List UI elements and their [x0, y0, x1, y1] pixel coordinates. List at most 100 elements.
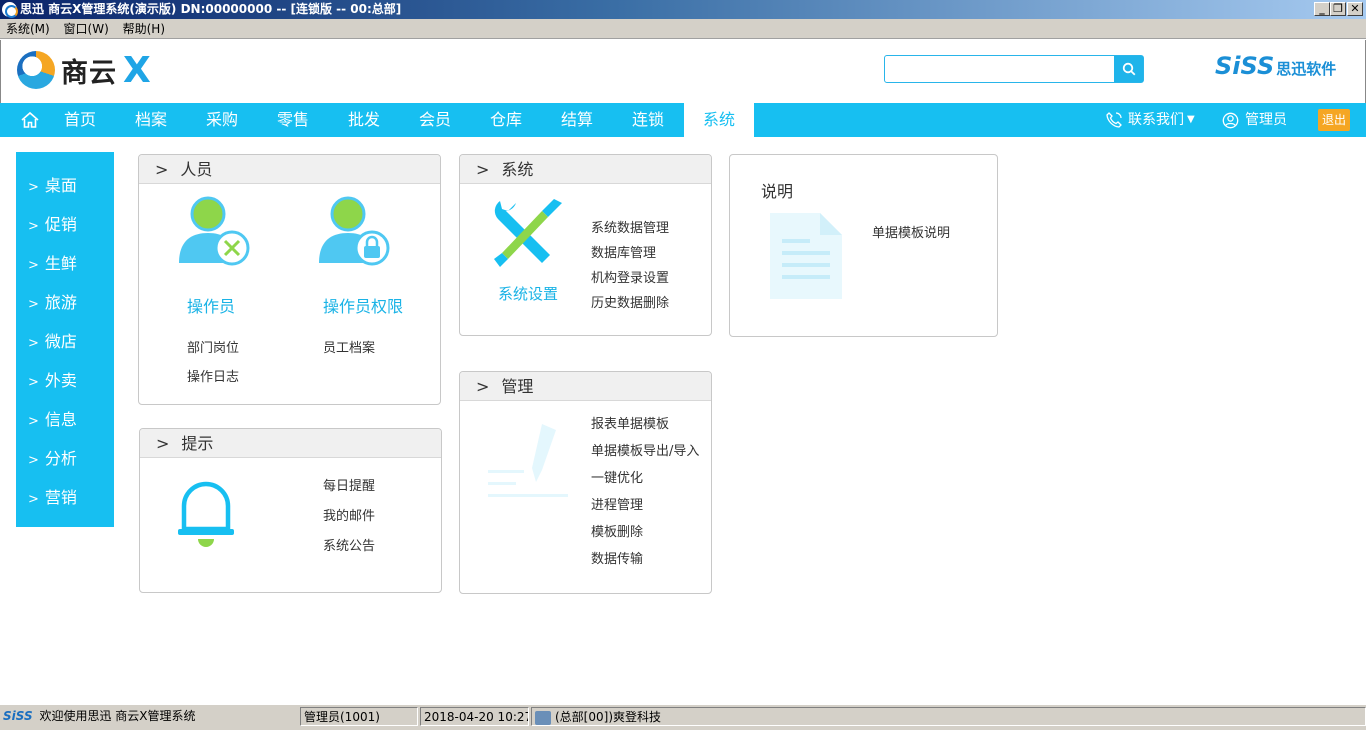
- operator-link[interactable]: 操作员: [187, 293, 235, 317]
- data-transfer-link[interactable]: 数据传输: [591, 548, 643, 567]
- sidebar: > 桌面 > 促销 > 生鲜 > 旅游 > 微店 > 外卖 > 信息 > 分析 > 营销: [16, 152, 114, 527]
- sidebar-item-label: 信息: [44, 410, 77, 429]
- panel-title: 提示: [181, 434, 214, 453]
- chevron-right-icon: >: [28, 336, 39, 351]
- search-box: [884, 55, 1144, 83]
- operator-user-icon[interactable]: [175, 195, 251, 269]
- sidebar-item-fresh[interactable]: > 生鲜: [28, 253, 77, 275]
- system-data-management-link[interactable]: 系统数据管理: [591, 217, 669, 236]
- nav-settlement[interactable]: 结算: [549, 103, 605, 137]
- template-export-import-link[interactable]: 单据模板导出/导入: [591, 440, 699, 459]
- daily-reminder-link[interactable]: 每日提醒: [323, 475, 375, 494]
- nav-member[interactable]: 会员: [407, 103, 463, 137]
- sidebar-item-analysis[interactable]: > 分析: [28, 448, 77, 470]
- menu-help[interactable]: 帮助(H): [123, 22, 165, 36]
- chevron-right-icon: >: [476, 377, 490, 396]
- panel-personnel: > 人员 操作员 操作员权限 部门岗位 员工档案 操作日志: [138, 154, 441, 405]
- chevron-right-icon: >: [476, 160, 490, 179]
- search-icon: [1122, 62, 1135, 76]
- sidebar-item-label: 生鲜: [44, 254, 77, 273]
- brand-logo: 商云 X: [17, 48, 151, 92]
- nav-retail[interactable]: 零售: [265, 103, 321, 137]
- panel-tips: > 提示 每日提醒 我的邮件 系统公告: [139, 428, 442, 593]
- document-icon: [770, 213, 842, 299]
- status-user: 管理员(1001): [300, 707, 418, 726]
- search-input[interactable]: [885, 56, 1114, 82]
- operation-log-link[interactable]: 操作日志: [187, 366, 239, 385]
- sidebar-item-label: 微店: [44, 332, 77, 351]
- chevron-right-icon: >: [156, 434, 170, 453]
- panel-title: 人员: [180, 160, 213, 179]
- sidebar-item-desktop[interactable]: > 桌面: [28, 175, 77, 197]
- one-click-optimize-link[interactable]: 一键优化: [591, 467, 643, 486]
- minimize-button[interactable]: _: [1314, 2, 1330, 16]
- sidebar-item-marketing[interactable]: > 营销: [28, 487, 77, 509]
- status-bar: SiSS 欢迎使用思迅 商云X管理系统 管理员(1001) 2018-04-20…: [0, 704, 1366, 730]
- panel-title: 系统: [501, 160, 534, 179]
- close-button[interactable]: ✕: [1347, 2, 1363, 16]
- panel-header: > 管理: [460, 372, 711, 401]
- history-data-delete-link[interactable]: 历史数据删除: [591, 292, 669, 311]
- panel-manage: > 管理 报表单据模板 单据模板导出/导入 一键优化 进程管理 模板删除 数据传输: [459, 371, 712, 594]
- company-logo: SiSS 思迅软件: [1215, 52, 1336, 80]
- chevron-right-icon: >: [155, 160, 169, 179]
- nav-system[interactable]: 系统: [684, 103, 754, 137]
- nav-warehouse[interactable]: 仓库: [478, 103, 534, 137]
- window-title: 思迅 商云X管理系统(演示版) DN:00000000 -- [连锁版 -- 0…: [20, 2, 402, 16]
- operator-permission-link[interactable]: 操作员权限: [323, 293, 403, 317]
- bell-icon: [178, 481, 234, 547]
- menu-window[interactable]: 窗口(W): [64, 22, 109, 36]
- nav-purchase[interactable]: 采购: [194, 103, 250, 137]
- template-delete-link[interactable]: 模板删除: [591, 521, 643, 540]
- template-notes-link[interactable]: 单据模板说明: [872, 222, 950, 241]
- chevron-right-icon: >: [28, 375, 39, 390]
- network-icon: [535, 710, 551, 725]
- sidebar-item-takeout[interactable]: > 外卖: [28, 370, 77, 392]
- panel-notes: 说明 单据模板说明: [729, 154, 998, 337]
- database-management-link[interactable]: 数据库管理: [591, 242, 656, 261]
- system-notice-link[interactable]: 系统公告: [323, 535, 375, 554]
- process-management-link[interactable]: 进程管理: [591, 494, 643, 513]
- my-mail-link[interactable]: 我的邮件: [323, 505, 375, 524]
- chevron-right-icon: >: [28, 414, 39, 429]
- org-login-settings-link[interactable]: 机构登录设置: [591, 267, 669, 286]
- search-button[interactable]: [1114, 56, 1143, 82]
- system-settings-link[interactable]: 系统设置: [498, 283, 558, 304]
- nav-home[interactable]: 首页: [52, 103, 108, 137]
- operator-permission-lock-icon[interactable]: [315, 195, 391, 269]
- app-header: 商云 X SiSS 思迅软件: [0, 40, 1366, 103]
- wrench-screwdriver-icon[interactable]: [490, 197, 566, 271]
- sidebar-item-microstore[interactable]: > 微店: [28, 331, 77, 353]
- employee-file-link[interactable]: 员工档案: [323, 337, 375, 356]
- nav-wholesale[interactable]: 批发: [336, 103, 392, 137]
- brand-name: 商云: [61, 57, 117, 89]
- nav-chain[interactable]: 连锁: [620, 103, 676, 137]
- status-logo: SiSS: [3, 709, 33, 723]
- company-name: 思迅软件: [1276, 60, 1337, 78]
- user-icon: [1222, 112, 1239, 128]
- status-welcome-text: 欢迎使用思迅 商云X管理系统: [39, 709, 196, 723]
- sidebar-item-info[interactable]: > 信息: [28, 409, 77, 431]
- user-menu[interactable]: 管理员: [1222, 103, 1287, 137]
- logout-button[interactable]: 退出: [1318, 109, 1350, 131]
- chevron-right-icon: >: [28, 219, 39, 234]
- home-icon[interactable]: [20, 111, 40, 129]
- brand-x-mark: X: [123, 49, 151, 91]
- chevron-right-icon: >: [28, 258, 39, 273]
- sidebar-item-travel[interactable]: > 旅游: [28, 292, 77, 314]
- panel-system: > 系统 系统设置 系统数据管理 数据库管理 机构登录设置 历史数据删除: [459, 154, 712, 336]
- main-nav: 首页 档案 采购 零售 批发 会员 仓库 结算 连锁 系统 联系我们 ▼ 管理员: [0, 103, 1366, 137]
- contact-us[interactable]: 联系我们 ▼: [1105, 103, 1195, 137]
- sidebar-item-label: 旅游: [44, 293, 77, 312]
- department-link[interactable]: 部门岗位: [187, 337, 239, 356]
- chevron-right-icon: >: [28, 297, 39, 312]
- restore-button[interactable]: ❐: [1330, 2, 1346, 16]
- sidebar-item-label: 营销: [44, 488, 77, 507]
- report-template-link[interactable]: 报表单据模板: [591, 413, 669, 432]
- sidebar-item-promotion[interactable]: > 促销: [28, 214, 77, 236]
- panel-header: > 系统: [460, 155, 711, 184]
- menu-bar: 系统(M) 窗口(W) 帮助(H): [0, 19, 1366, 39]
- panel-header: > 提示: [140, 429, 441, 458]
- menu-system[interactable]: 系统(M): [6, 22, 50, 36]
- nav-archive[interactable]: 档案: [123, 103, 179, 137]
